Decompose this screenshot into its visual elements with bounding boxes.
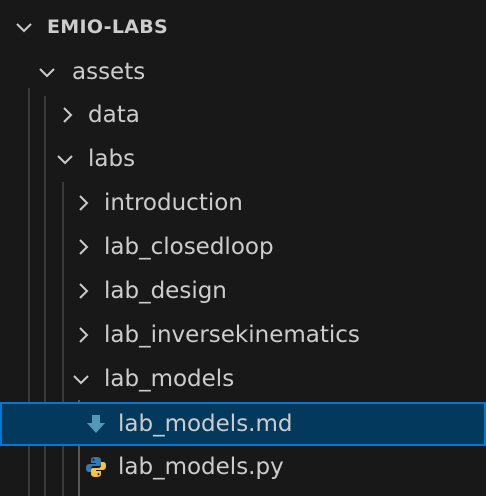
chevron-down-icon xyxy=(70,368,92,390)
chevron-right-icon xyxy=(72,324,94,346)
tree-file-lab-models-md[interactable]: lab_models.md xyxy=(0,402,486,446)
chevron-right-icon xyxy=(72,280,94,302)
tree-folder-data[interactable]: data xyxy=(0,93,486,137)
tree-item-label: lab_inversekinematics xyxy=(104,322,360,348)
tree-item-label: lab_models xyxy=(104,366,235,392)
tree-item-label: lab_models.py xyxy=(118,454,284,480)
tree-item-label: introduction xyxy=(104,190,243,216)
markdown-download-icon xyxy=(84,412,108,436)
tree-folder-lab-models[interactable]: lab_models xyxy=(0,357,486,401)
chevron-right-icon xyxy=(72,192,94,214)
tree-root-emio-labs[interactable]: EMIO-LABS xyxy=(0,5,486,49)
tree-folder-assets[interactable]: assets xyxy=(0,50,486,94)
tree-file-lab-models-py[interactable]: lab_models.py xyxy=(0,445,486,489)
tree-root-label: EMIO-LABS xyxy=(47,16,169,38)
chevron-right-icon xyxy=(56,104,78,126)
tree-folder-introduction[interactable]: introduction xyxy=(0,181,486,225)
chevron-down-icon xyxy=(13,16,35,38)
chevron-down-icon xyxy=(54,148,76,170)
tree-folder-lab-closedloop[interactable]: lab_closedloop xyxy=(0,225,486,269)
tree-folder-labs[interactable]: labs xyxy=(0,137,486,181)
file-explorer: EMIO-LABS assets data labs introduction … xyxy=(0,0,486,496)
tree-item-label: lab_design xyxy=(104,278,227,304)
tree-folder-lab-inversekinematics[interactable]: lab_inversekinematics xyxy=(0,313,486,357)
chevron-down-icon xyxy=(36,61,58,83)
tree-item-label: data xyxy=(88,102,140,128)
tree-item-label: assets xyxy=(72,59,146,85)
tree-item-label: labs xyxy=(88,146,136,172)
tree-folder-lab-design[interactable]: lab_design xyxy=(0,269,486,313)
python-icon xyxy=(84,455,108,479)
tree-item-label: lab_closedloop xyxy=(104,234,274,260)
chevron-right-icon xyxy=(72,236,94,258)
tree-item-label: lab_models.md xyxy=(118,411,293,437)
